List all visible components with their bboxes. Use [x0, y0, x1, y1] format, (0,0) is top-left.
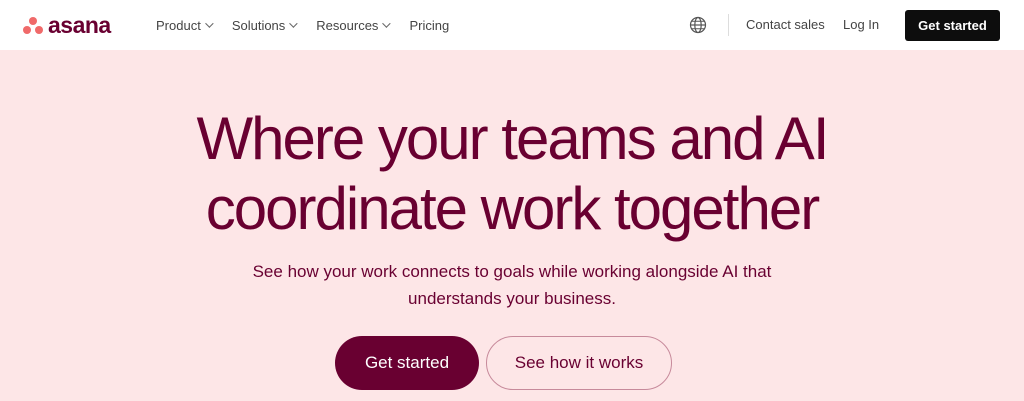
- asana-wordmark: asana: [48, 11, 111, 38]
- nav-item-product[interactable]: Product: [156, 17, 214, 33]
- hero-subtitle: See how your work connects to goals whil…: [0, 258, 1024, 312]
- hero-subtitle-line-2: understands your business.: [408, 289, 616, 308]
- asana-logo[interactable]: asana: [22, 11, 111, 38]
- hero-title: Where your teams and AI coordinate work …: [0, 104, 1024, 244]
- nav-item-label: Product: [156, 17, 201, 33]
- login-link[interactable]: Log In: [843, 0, 879, 50]
- nav-item-label: Resources: [316, 17, 379, 33]
- nav-item-label: Pricing: [409, 17, 450, 33]
- see-how-it-works-button[interactable]: See how it works: [486, 336, 672, 390]
- nav-item-solutions[interactable]: Solutions: [231, 17, 298, 33]
- chevron-down-icon: [382, 19, 392, 28]
- nav-item-pricing[interactable]: Pricing: [409, 18, 449, 33]
- hero-title-line-2: coordinate work together: [205, 175, 820, 242]
- nav-item-resources[interactable]: Resources: [316, 17, 392, 33]
- globe-icon[interactable]: [689, 16, 707, 34]
- hero-subtitle-line-1: See how your work connects to goals whil…: [252, 262, 772, 281]
- nav-item-label: Solutions: [231, 17, 286, 33]
- chevron-down-icon: [289, 19, 298, 28]
- hero-title-line-1: Where your teams and AI: [196, 105, 830, 172]
- chevron-down-icon: [204, 19, 214, 28]
- top-navbar: asana Product Solutions Resources Pricin…: [0, 0, 1024, 50]
- contact-sales-link[interactable]: Contact sales: [746, 0, 825, 50]
- asana-logo-icon: [22, 15, 44, 35]
- primary-nav: Product Solutions Resources Pricing: [156, 0, 470, 50]
- nav-divider: [728, 14, 729, 36]
- nav-get-started-button[interactable]: Get started: [905, 10, 1000, 41]
- hero-get-started-button[interactable]: Get started: [335, 336, 479, 390]
